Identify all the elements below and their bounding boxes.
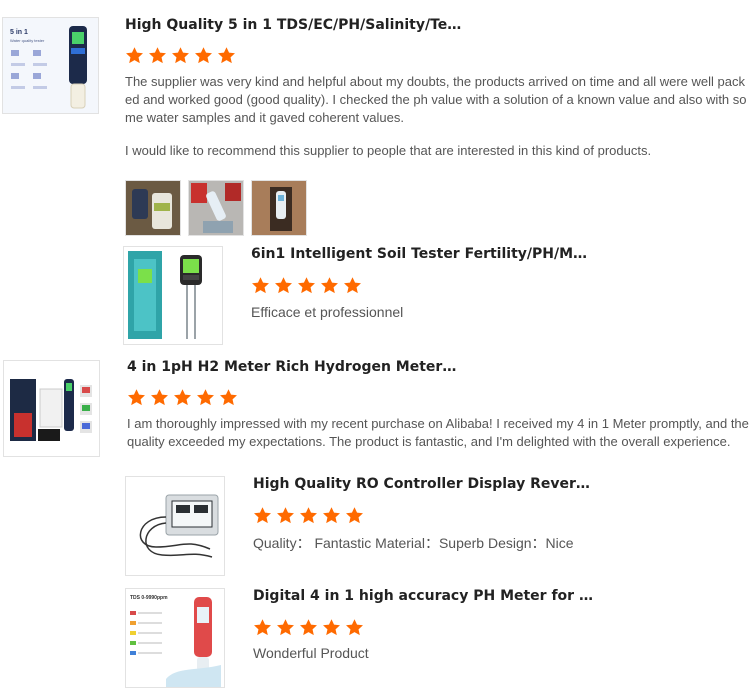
star-icon xyxy=(344,277,361,294)
rating-stars xyxy=(253,618,364,638)
review-comment: Efficace et professionnel xyxy=(251,304,404,320)
star-icon xyxy=(254,619,271,636)
rating-stars xyxy=(251,276,362,296)
product-thumbnail-ro-controller[interactable] xyxy=(125,476,225,576)
meter-in-water-photo xyxy=(189,181,243,235)
soil-tester-image xyxy=(124,247,222,344)
review-product-title[interactable]: Digital 4 in 1 high accuracy PH Meter fo… xyxy=(253,588,593,604)
star-icon xyxy=(277,619,294,636)
review-comment-continued: I would like to recommend this supplier … xyxy=(125,143,652,158)
star-icon xyxy=(128,389,145,406)
star-icon xyxy=(151,389,168,406)
review-photo-2[interactable] xyxy=(188,180,244,236)
star-icon xyxy=(346,619,363,636)
star-icon xyxy=(126,47,143,64)
star-icon xyxy=(252,277,269,294)
rating-stars xyxy=(127,388,238,408)
product-thumbnail-tester-5in1[interactable]: 5 in 1 Water quality tester xyxy=(2,17,99,114)
h2-meter-image xyxy=(4,361,99,456)
product-thumbnail-ph-meter[interactable]: TDS 0-9990ppm xyxy=(125,588,225,688)
product-thumbnail-h2-meter[interactable] xyxy=(3,360,100,457)
star-icon xyxy=(174,389,191,406)
star-icon xyxy=(218,47,235,64)
rating-stars xyxy=(125,46,236,66)
review-product-title[interactable]: High Quality 5 in 1 TDS/EC/PH/Salinity/T… xyxy=(125,17,465,33)
review-comment: I am thoroughly impressed with my recent… xyxy=(127,416,749,449)
ph-meter-image: TDS 0-9990ppm xyxy=(126,589,224,687)
review-product-title[interactable]: 6in1 Intelligent Soil Tester Fertility/P… xyxy=(251,246,596,262)
star-icon xyxy=(323,507,340,524)
ro-controller-image xyxy=(126,477,224,575)
product-thumbnail-soil-tester[interactable] xyxy=(123,246,223,345)
thumb-title: TDS 0-9990ppm xyxy=(130,595,168,601)
review-comment: Wonderful Product xyxy=(253,645,369,661)
star-icon xyxy=(277,507,294,524)
star-icon xyxy=(323,619,340,636)
star-icon xyxy=(321,277,338,294)
review-comment: Quality： Fantastic Material：Superb Desig… xyxy=(253,535,574,551)
star-icon xyxy=(298,277,315,294)
review-photo-1[interactable] xyxy=(125,180,181,236)
thumb-subtitle: Water quality tester xyxy=(10,38,45,43)
star-icon xyxy=(197,389,214,406)
review-photo-3[interactable] xyxy=(251,180,307,236)
star-icon xyxy=(346,507,363,524)
thumb-title: 5 in 1 xyxy=(10,29,28,36)
bottles-photo xyxy=(126,181,180,235)
star-icon xyxy=(254,507,271,524)
star-icon xyxy=(172,47,189,64)
review-comment: The supplier was very kind and helpful a… xyxy=(125,74,747,125)
star-icon xyxy=(275,277,292,294)
review-product-title[interactable]: 4 in 1pH H2 Meter Rich Hydrogen Meter Di… xyxy=(127,359,457,375)
tester-5in1-image: 5 in 1 Water quality tester xyxy=(3,18,98,113)
star-icon xyxy=(300,507,317,524)
rating-stars xyxy=(253,506,364,526)
star-icon xyxy=(149,47,166,64)
review-product-title[interactable]: High Quality RO Controller Display Rever… xyxy=(253,476,593,492)
star-icon xyxy=(300,619,317,636)
star-icon xyxy=(195,47,212,64)
star-icon xyxy=(220,389,237,406)
meter-in-box-photo xyxy=(252,181,306,235)
